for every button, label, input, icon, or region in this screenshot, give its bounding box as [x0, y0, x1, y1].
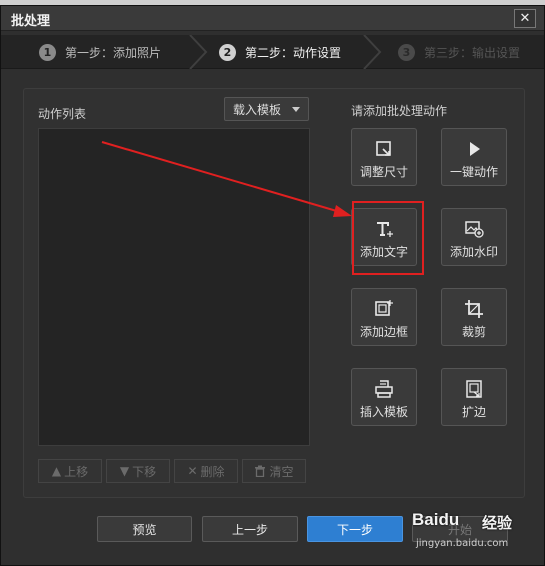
add-watermark-button[interactable]: 添加水印	[441, 208, 507, 266]
insert-template-label: 插入模板	[359, 405, 408, 419]
load-template-dropdown[interactable]: 载入模板	[224, 97, 309, 121]
close-button[interactable]: ✕	[514, 9, 536, 28]
play-icon	[470, 142, 480, 156]
add-border-button[interactable]: 添加边框	[351, 288, 417, 346]
step-1-label: 第一步：添加照片	[65, 45, 162, 60]
one-click-action-label: 一键动作	[449, 165, 498, 179]
next-step-label: 下一步	[336, 522, 373, 537]
move-up-label: 上移	[64, 464, 89, 479]
arrow-down-icon: ▼	[119, 464, 130, 478]
crop-button[interactable]: 裁剪	[441, 288, 507, 346]
step-3-number: 3	[398, 43, 415, 61]
previous-step-label: 上一步	[231, 522, 268, 537]
action-list[interactable]	[38, 128, 310, 446]
dialog-title: 批处理	[11, 14, 51, 29]
next-step-button[interactable]: 下一步	[307, 516, 403, 542]
chevron-down-icon	[292, 107, 300, 112]
step-3[interactable]: 3 第三步：输出设置	[398, 35, 520, 69]
step-1-number: 1	[39, 43, 56, 61]
resize-label: 调整尺寸	[359, 165, 408, 179]
expand-border-button[interactable]: 扩边	[441, 368, 507, 426]
preview-button[interactable]: 预览	[97, 516, 192, 542]
step-3-label: 第三步：输出设置	[424, 45, 521, 60]
highlight-box	[352, 201, 424, 275]
arrow-up-icon: ▲	[51, 464, 62, 478]
delete-button[interactable]: ✕ 删除	[174, 459, 238, 483]
insert-template-button[interactable]: 插入模板	[351, 368, 417, 426]
move-down-label: 下移	[132, 464, 157, 479]
list-buttons: ▲ 上移 ▼ 下移 ✕ 删除 清空	[38, 459, 306, 483]
resize-icon	[376, 141, 391, 156]
close-icon: ✕	[519, 11, 531, 26]
watermark-url: jingyan.baidu.com	[416, 538, 509, 549]
step-indicator: 1 第一步：添加照片 2 第二步：动作设置 3 第三步：输出设置	[1, 35, 544, 69]
step-2-number: 2	[219, 43, 236, 61]
watermark-brand: 经验	[482, 514, 513, 532]
move-up-button[interactable]: ▲ 上移	[38, 459, 102, 483]
x-icon: ✕	[187, 464, 198, 478]
clear-label: 清空	[269, 464, 294, 479]
batch-dialog: 批处理 ✕ 1 第一步：添加照片 2 第二步：动作设置 3 第三步：输出设置 动…	[0, 5, 545, 566]
expand-border-label: 扩边	[461, 405, 486, 419]
move-down-button[interactable]: ▼ 下移	[106, 459, 170, 483]
step-separator-icon	[363, 35, 382, 69]
previous-step-button[interactable]: 上一步	[202, 516, 298, 542]
trash-icon	[255, 465, 266, 477]
one-click-action-button[interactable]: 一键动作	[441, 128, 507, 186]
delete-label: 删除	[200, 464, 225, 479]
step-2[interactable]: 2 第二步：动作设置	[219, 35, 341, 69]
action-list-label: 动作列表	[38, 107, 87, 121]
template-icon	[375, 380, 393, 398]
add-border-label: 添加边框	[359, 325, 408, 339]
step-2-label: 第二步：动作设置	[245, 45, 342, 60]
border-icon	[375, 300, 393, 316]
resize-button[interactable]: 调整尺寸	[351, 128, 417, 186]
watermark-logo: Baidu	[412, 510, 460, 529]
add-watermark-label: 添加水印	[449, 245, 498, 259]
clear-button[interactable]: 清空	[242, 459, 306, 483]
crop-icon	[465, 300, 483, 318]
add-action-label: 请添加批处理动作	[351, 104, 448, 118]
step-1[interactable]: 1 第一步：添加照片	[39, 35, 161, 69]
expand-icon	[466, 380, 482, 398]
settings-panel: 动作列表 载入模板 ▲ 上移 ▼ 下移 ✕ 删除 清空 请添加批处理动作 调整尺…	[23, 88, 525, 498]
title-bar: 批处理 ✕	[1, 6, 544, 31]
load-template-label: 载入模板	[233, 102, 282, 117]
crop-label: 裁剪	[461, 325, 486, 339]
watermark-icon	[465, 221, 484, 238]
step-separator-icon	[189, 35, 208, 69]
preview-label: 预览	[132, 522, 157, 537]
watermark: Baidu 经验 jingyan.baidu.com	[412, 508, 532, 556]
